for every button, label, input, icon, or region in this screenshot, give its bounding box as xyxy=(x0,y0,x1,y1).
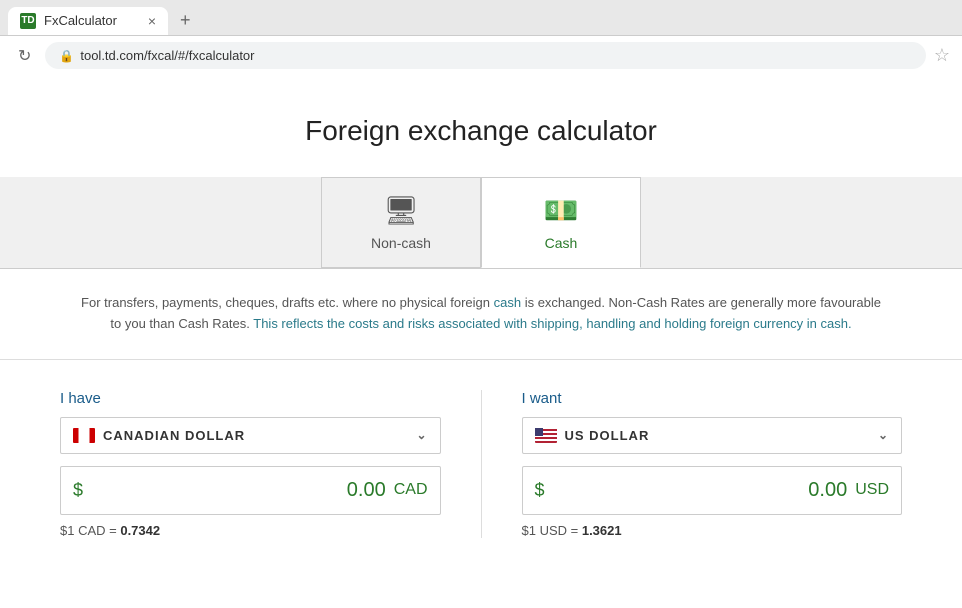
us-flag-icon xyxy=(535,428,557,443)
ihave-dollar-sign: $ xyxy=(73,480,83,501)
iwant-label: I want xyxy=(522,390,903,407)
iwant-rate: $1 USD = 1.3621 xyxy=(522,523,903,538)
address-bar: ↻ 🔒 tool.td.com/fxcal/#/fxcalculator ☆ xyxy=(0,35,962,75)
browser-tab[interactable]: TD FxCalculator × xyxy=(8,7,168,35)
tab-noncash[interactable]: 🖥 Non-cash xyxy=(321,177,481,268)
browser-chrome: TD FxCalculator × + ↻ 🔒 tool.td.com/fxca… xyxy=(0,0,962,75)
lock-icon: 🔒 xyxy=(59,49,74,63)
info-text-part1: For transfers, payments, cheques, drafts… xyxy=(81,295,881,331)
page-content: Foreign exchange calculator 🖥 Non-cash 💵… xyxy=(0,75,962,595)
cash-label: Cash xyxy=(545,235,578,251)
ihave-label: I have xyxy=(60,390,441,407)
ihave-currency-name: CANADIAN DOLLAR xyxy=(103,428,245,443)
canada-flag-icon xyxy=(73,428,95,443)
iwant-dollar-sign: $ xyxy=(535,480,545,501)
ihave-amount-field[interactable]: $ CAD xyxy=(60,466,441,515)
calculator-tabs: 🖥 Non-cash 💵 Cash xyxy=(0,177,962,269)
iwant-amount-currency: USD xyxy=(855,481,889,499)
noncash-label: Non-cash xyxy=(371,235,431,251)
bookmark-button[interactable]: ☆ xyxy=(934,45,950,66)
ihave-amount-currency: CAD xyxy=(394,481,428,499)
new-tab-button[interactable]: + xyxy=(172,6,199,35)
cash-icon: 💵 xyxy=(544,194,579,227)
tab-cash[interactable]: 💵 Cash xyxy=(481,177,641,268)
iwant-amount-field[interactable]: $ USD xyxy=(522,466,903,515)
iwant-column: I want US DOLLAR ⌄ $ USD $1 USD = 1.3621 xyxy=(482,390,923,538)
ihave-rate-label: $1 CAD = xyxy=(60,523,120,538)
iwant-rate-label: $1 USD = xyxy=(522,523,582,538)
iwant-amount-input[interactable] xyxy=(553,467,848,514)
iwant-chevron-icon: ⌄ xyxy=(878,428,889,442)
tab-title: FxCalculator xyxy=(44,13,140,28)
iwant-rate-value: 1.3621 xyxy=(582,523,622,538)
noncash-icon: 🖥 xyxy=(383,194,419,227)
ihave-rate: $1 CAD = 0.7342 xyxy=(60,523,441,538)
tab-favicon: TD xyxy=(20,13,36,29)
url-text: tool.td.com/fxcal/#/fxcalculator xyxy=(80,48,254,63)
tab-close-btn[interactable]: × xyxy=(148,14,156,28)
iwant-currency-select[interactable]: US DOLLAR ⌄ xyxy=(522,417,903,454)
iwant-currency-name: US DOLLAR xyxy=(565,428,650,443)
calc-form: I have CANADIAN DOLLAR ⌄ $ CAD $1 CAD = … xyxy=(0,360,962,568)
ihave-currency-select[interactable]: CANADIAN DOLLAR ⌄ xyxy=(60,417,441,454)
ihave-column: I have CANADIAN DOLLAR ⌄ $ CAD $1 CAD = … xyxy=(40,390,482,538)
back-button[interactable]: ↻ xyxy=(12,44,37,68)
ihave-rate-value: 0.7342 xyxy=(120,523,160,538)
ihave-chevron-icon: ⌄ xyxy=(416,428,427,442)
tab-bar: TD FxCalculator × + xyxy=(0,0,962,35)
iwant-currency-left: US DOLLAR xyxy=(535,428,650,443)
info-text: For transfers, payments, cheques, drafts… xyxy=(0,269,962,360)
address-field[interactable]: 🔒 tool.td.com/fxcal/#/fxcalculator xyxy=(45,42,925,69)
ihave-amount-input[interactable] xyxy=(91,467,386,514)
page-title: Foreign exchange calculator xyxy=(0,75,962,177)
ihave-currency-left: CANADIAN DOLLAR xyxy=(73,428,245,443)
